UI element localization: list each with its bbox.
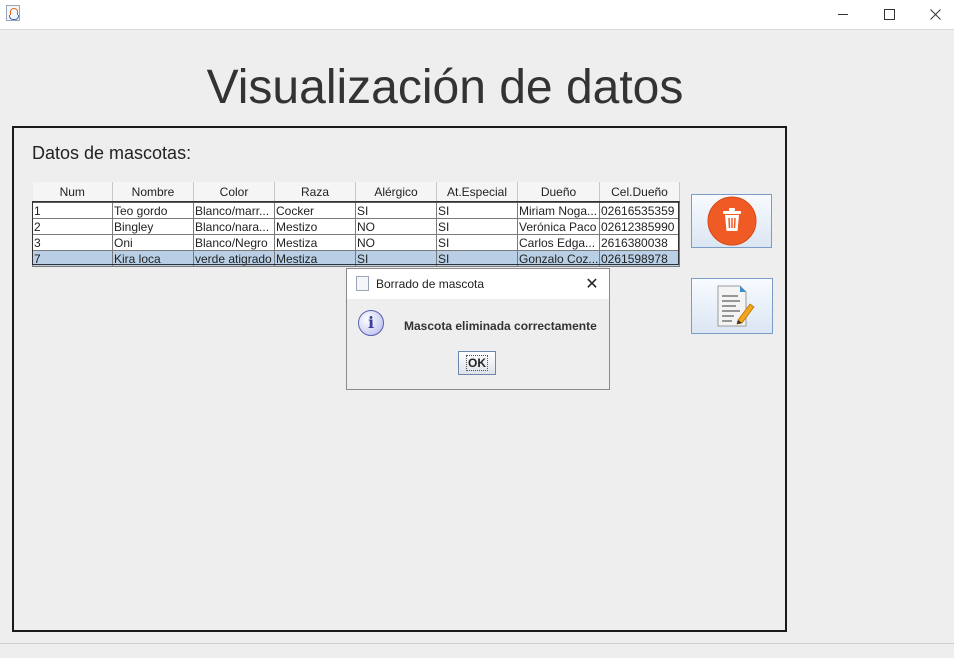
table-cell[interactable]: verde atigrado [193, 250, 275, 267]
table-cell[interactable]: Bingley [112, 218, 194, 235]
column-header-color[interactable]: Color [193, 182, 275, 203]
table-cell[interactable]: 1 [32, 201, 113, 219]
information-icon: i [358, 310, 384, 336]
delete-pet-button[interactable] [691, 194, 772, 248]
table-cell[interactable]: 02616535359 [599, 201, 680, 219]
column-header-num[interactable]: Num [32, 182, 113, 203]
table-cell[interactable]: SI [436, 201, 518, 219]
ok-button-label: OK [466, 355, 488, 371]
table-cell[interactable]: 3 [32, 234, 113, 251]
table-header-row: Num Nombre Color Raza Alérgico At.Especi… [32, 182, 680, 203]
table-cell[interactable]: 7 [32, 250, 113, 267]
document-edit-icon [717, 285, 755, 327]
table-cell[interactable]: Gonzalo Coz... [517, 250, 600, 267]
trash-icon [707, 196, 756, 246]
table-cell[interactable]: SI [436, 234, 518, 251]
dialog-close-button[interactable]: ✕ [582, 274, 602, 294]
column-header-at-especial[interactable]: At.Especial [436, 182, 518, 203]
column-header-alergico[interactable]: Alérgico [355, 182, 437, 203]
table-cell[interactable]: SI [436, 218, 518, 235]
close-window-button[interactable] [912, 0, 954, 29]
page-title: Visualización de datos [206, 61, 684, 114]
java-app-icon [356, 276, 369, 291]
table-cell[interactable]: Blanco/nara... [193, 218, 275, 235]
close-icon [929, 9, 941, 20]
table-cell[interactable]: Mestiza [274, 250, 356, 267]
table-cell[interactable]: Carlos Edga... [517, 234, 600, 251]
table-cell[interactable]: Miriam Noga... [517, 201, 600, 219]
maximize-button[interactable] [866, 0, 912, 29]
column-header-nombre[interactable]: Nombre [112, 182, 194, 203]
table-row-selected[interactable]: 7 Kira loca verde atigrado Mestiza SI SI… [32, 250, 680, 267]
table-cell[interactable]: Mestiza [274, 234, 356, 251]
delete-confirmation-dialog: Borrado de mascota ✕ i Mascota eliminada… [346, 268, 610, 390]
maximize-icon [883, 9, 895, 20]
column-header-cel-dueno[interactable]: Cel.Dueño [599, 182, 680, 203]
table-cell[interactable]: SI [355, 201, 437, 219]
table-cell[interactable]: Mestizo [274, 218, 356, 235]
table-cell[interactable]: Cocker [274, 201, 356, 219]
dialog-message: Mascota eliminada correctamente [404, 319, 597, 333]
pets-table: Num Nombre Color Raza Alérgico At.Especi… [32, 182, 680, 267]
minimize-button[interactable] [820, 0, 866, 29]
table-cell[interactable]: Blanco/Negro [193, 234, 275, 251]
window-titlebar [0, 0, 954, 30]
table-cell[interactable]: SI [355, 250, 437, 267]
table-cell[interactable]: SI [436, 250, 518, 267]
table-cell[interactable]: NO [355, 234, 437, 251]
table-cell[interactable]: Verónica Paco [517, 218, 600, 235]
table-cell[interactable]: Teo gordo [112, 201, 194, 219]
window-bottom-divider [0, 643, 954, 644]
dialog-title: Borrado de mascota [376, 277, 485, 291]
edit-pet-button[interactable] [691, 278, 773, 334]
table-cell[interactable]: Kira loca [112, 250, 194, 267]
table-cell[interactable]: 02612385990 [599, 218, 680, 235]
table-cell[interactable]: NO [355, 218, 437, 235]
table-cell[interactable]: 2 [32, 218, 113, 235]
section-label: Datos de mascotas: [32, 143, 192, 163]
ok-button[interactable]: OK [458, 351, 496, 375]
table-cell[interactable]: Blanco/marr... [193, 201, 275, 219]
java-app-icon [6, 5, 20, 21]
table-row[interactable]: 2 Bingley Blanco/nara... Mestizo NO SI V… [32, 218, 680, 235]
minimize-icon [838, 14, 848, 15]
table-cell[interactable]: 0261598978 [599, 250, 680, 267]
column-header-raza[interactable]: Raza [274, 182, 356, 203]
table-cell[interactable]: 2616380038 [599, 234, 680, 251]
table-cell[interactable]: Oni [112, 234, 194, 251]
dialog-titlebar: Borrado de mascota ✕ [347, 269, 609, 299]
column-header-dueno[interactable]: Dueño [517, 182, 600, 203]
table-row[interactable]: 3 Oni Blanco/Negro Mestiza NO SI Carlos … [32, 234, 680, 251]
table-row[interactable]: 1 Teo gordo Blanco/marr... Cocker SI SI … [32, 201, 680, 219]
